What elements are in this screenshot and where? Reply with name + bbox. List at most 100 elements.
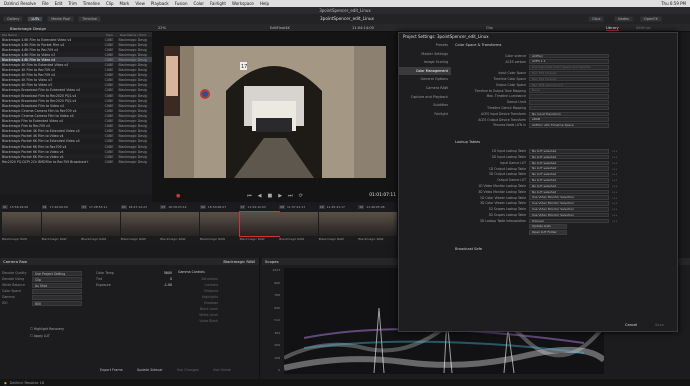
- lut-dropdown[interactable]: Use Video Monitor Selection: [529, 195, 609, 200]
- apply-lut-check[interactable]: ☐ Apply LUT: [30, 333, 64, 340]
- lut-dropdown[interactable]: No LUT selected: [529, 160, 609, 166]
- lut-list-item[interactable]: Blackmagic Broadcast Film to Video v4 CUB…: [0, 103, 152, 109]
- use-changes-button[interactable]: Use Changes: [177, 368, 199, 372]
- settings-nav-item[interactable]: Fairlight: [399, 110, 451, 119]
- field-value[interactable]: As Shot: [32, 282, 82, 288]
- clip-thumbnail[interactable]: [358, 212, 398, 236]
- col-reel[interactable]: Reel Name / Print: [120, 33, 146, 37]
- settings-nav-item[interactable]: Presets: [399, 41, 451, 50]
- library-tab[interactable]: Library: [606, 26, 619, 31]
- menu-item-11[interactable]: Fairlight: [210, 1, 226, 6]
- lut-list-item[interactable]: Blackmagic 4K Film to Video v3 CUBE Blackm…: [0, 82, 152, 88]
- menu-item-8[interactable]: Playback: [151, 1, 169, 6]
- media-pool-button[interactable]: Media Pool: [47, 16, 75, 22]
- settings-nav-item[interactable]: Color Management: [399, 66, 451, 76]
- color-temp-value[interactable]: 5600: [164, 271, 172, 275]
- lut-list-item[interactable]: Blackmagic 4K Film to Rec709 v4 CUBE Black…: [0, 68, 152, 73]
- setting-dropdown[interactable]: sRGB: [529, 117, 609, 122]
- nodes-button[interactable]: Nodes: [614, 16, 633, 22]
- more-options-icon[interactable]: •••: [612, 219, 617, 223]
- lut-dropdown[interactable]: No LUT selected: [529, 189, 609, 195]
- clip-thumbnail[interactable]: [200, 212, 239, 236]
- more-options-icon[interactable]: •••: [612, 178, 617, 182]
- cancel-button[interactable]: Cancel: [625, 323, 637, 327]
- lut-dropdown[interactable]: Use Video Monitor Selection: [529, 206, 609, 212]
- more-options-icon[interactable]: •••: [612, 213, 617, 217]
- openfx-button[interactable]: OpenFX: [640, 16, 662, 22]
- lut-list-item[interactable]: Blackmagic 4.6K Film to Rec709 v4 CUBE Bla…: [0, 47, 152, 52]
- menu-item-13[interactable]: Help: [260, 1, 269, 6]
- lut-list-item[interactable]: Rec2020 PQ DCPI 2Ch BMDFilm to Rec709 Br…: [0, 159, 152, 164]
- lut-dropdown[interactable]: Use Video Monitor Selection: [529, 212, 609, 218]
- lut-list-item[interactable]: Blackmagic Broadcast Film to Rec2020 PQ2…: [0, 98, 152, 103]
- menu-item-12[interactable]: Workspace: [232, 1, 254, 6]
- lut-dropdown[interactable]: No LUT selected: [529, 154, 609, 160]
- lut-list-item[interactable]: Blackmagic Film to Extended Video v4 CUBE…: [0, 119, 152, 124]
- settings-nav-item[interactable]: General Options: [399, 75, 451, 84]
- more-options-icon[interactable]: •••: [612, 167, 617, 171]
- clip-thumbnail[interactable]: [318, 212, 358, 236]
- lut-list-item[interactable]: Blackmagic Pocket 6K Film to Video v4 CUB…: [0, 154, 152, 160]
- menu-item-7[interactable]: View: [135, 1, 145, 6]
- more-options-icon[interactable]: •••: [612, 196, 617, 200]
- clip-dropdown[interactable]: Clip: [486, 26, 493, 30]
- menu-item-2[interactable]: Edit: [55, 1, 63, 6]
- lut-list-item[interactable]: Blackmagic 4K Film to Video v3 CUBE Blackm…: [0, 78, 152, 83]
- gallery-button[interactable]: Gallery: [3, 16, 24, 22]
- lut-dropdown[interactable]: No LUT selected: [529, 183, 609, 189]
- luts-button[interactable]: LUTs: [27, 16, 44, 22]
- export-frame-button[interactable]: Export Frame: [100, 368, 123, 372]
- play-icon[interactable]: ▶: [278, 193, 282, 199]
- menu-item-3[interactable]: Trim: [68, 1, 77, 6]
- prev-clip-icon[interactable]: ⏮: [247, 193, 252, 199]
- more-options-icon[interactable]: •••: [612, 184, 617, 188]
- settings-tab[interactable]: Settings: [636, 26, 651, 30]
- gamma-field[interactable]: Video Black: [178, 319, 258, 325]
- exposure-value[interactable]: -1.00: [164, 283, 172, 287]
- clip-thumbnail[interactable]: [41, 212, 81, 236]
- clips-button[interactable]: Clips: [588, 16, 605, 22]
- menu-item-4[interactable]: Timeline: [83, 1, 100, 6]
- lut-list-item[interactable]: Blackmagic Broadcast Film to Extended Vi…: [0, 88, 152, 93]
- lut-dropdown[interactable]: Trilinear: [529, 218, 609, 224]
- col-type[interactable]: Type: [106, 33, 120, 37]
- clip-thumbnail[interactable]: [279, 212, 319, 236]
- field-value[interactable]: [32, 288, 82, 294]
- settings-nav-item[interactable]: Capture and Playback: [399, 93, 451, 102]
- lut-dropdown[interactable]: No LUT selected: [529, 177, 609, 183]
- more-options-icon[interactable]: •••: [612, 190, 617, 194]
- loop-icon[interactable]: ⟳: [299, 193, 303, 199]
- play-reverse-icon[interactable]: ◀: [258, 193, 262, 199]
- lut-dropdown[interactable]: No LUT selected: [529, 148, 609, 154]
- menu-item-10[interactable]: Color: [194, 1, 204, 6]
- lut-list-item[interactable]: Blackmagic 4K Film to Extended Video v4 C…: [0, 62, 152, 68]
- field-value[interactable]: [32, 294, 82, 300]
- lut-dropdown[interactable]: No LUT selected: [529, 166, 609, 171]
- clip-thumbnail[interactable]: [2, 212, 41, 236]
- tint-value[interactable]: 0: [170, 277, 172, 281]
- lut-list-item[interactable]: Blackmagic 4.6K Film to Video v3 CUBE Blac…: [0, 52, 152, 58]
- menu-item-1[interactable]: File: [42, 1, 49, 6]
- settings-nav-item[interactable]: Subtitles: [399, 101, 451, 110]
- lut-list-item[interactable]: Blackmagic Pocket 4K Film to Extended Vi…: [0, 129, 152, 134]
- clip-thumbnail[interactable]: [238, 211, 280, 237]
- menu-item-9[interactable]: Fusion: [175, 1, 188, 6]
- lut-list-item[interactable]: Blackmagic Pocket 4K Film to Video v4 CUB…: [0, 133, 152, 139]
- more-options-icon[interactable]: •••: [612, 201, 617, 205]
- setting-dropdown[interactable]: No Input Transform: [529, 111, 609, 117]
- zoom-level[interactable]: 22%: [158, 26, 166, 30]
- setting-dropdown[interactable]: ACES 1.1: [529, 59, 609, 64]
- lut-list-item[interactable]: Blackmagic Pocket 6K Film to Video v4 CUB…: [0, 149, 152, 154]
- settings-nav-item[interactable]: Master Settings: [399, 50, 451, 59]
- menu-item-0[interactable]: DaVinci Resolve: [4, 1, 36, 6]
- lut-list-item[interactable]: Blackmagic Cinema Camera Film to Rec709 …: [0, 108, 152, 113]
- highlight-recovery-check[interactable]: ☐ Highlight Recovery: [30, 326, 64, 333]
- clip-thumbnail[interactable]: [81, 212, 121, 236]
- lut-list-item[interactable]: Blackmagic Cinema Camera Film to Video v…: [0, 113, 152, 119]
- lut-list-item[interactable]: Blackmagic Film to Rec709 v4 CUBE Blackmag…: [0, 123, 152, 129]
- timeline-button[interactable]: Timeline: [78, 16, 101, 22]
- more-options-icon[interactable]: •••: [612, 161, 617, 165]
- setting-dropdown[interactable]: ACEScc AP1 Timeline Space: [529, 123, 609, 128]
- clip-thumbnail[interactable]: [160, 212, 200, 236]
- update-lists-button[interactable]: Update Lists: [529, 224, 567, 229]
